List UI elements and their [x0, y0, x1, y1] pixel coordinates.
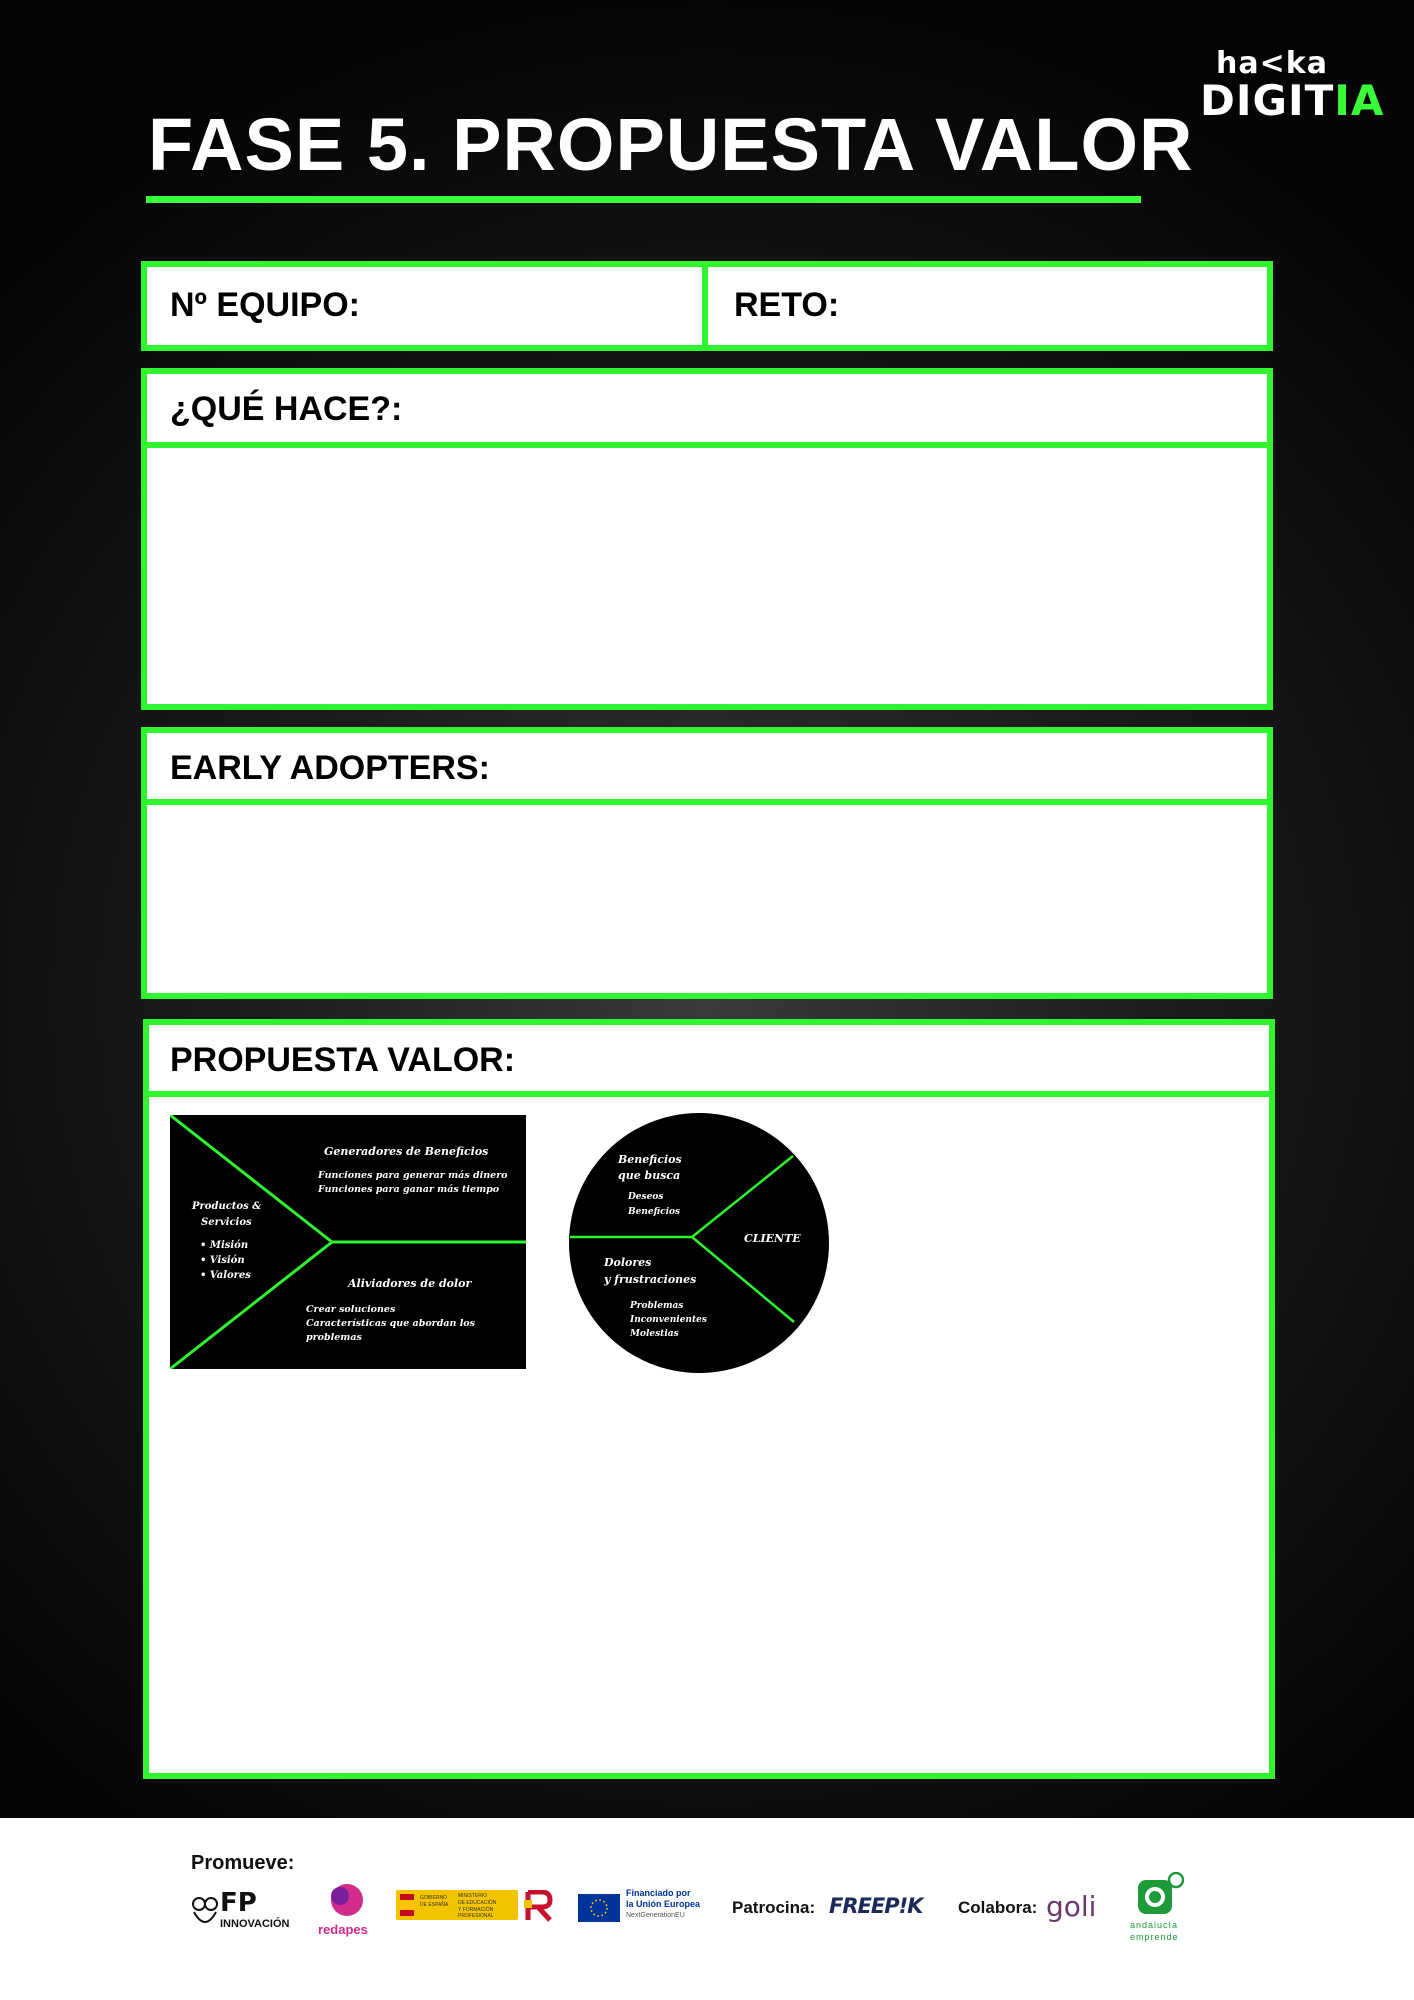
- ministry-text-2: DE EDUCACIÓN: [458, 1900, 497, 1906]
- redapes-mark-icon: [331, 1884, 363, 1916]
- what-divider: [141, 442, 1273, 448]
- early-adopters-label: EARLY ADOPTERS:: [170, 749, 490, 787]
- eu-text-1: Financiado por: [626, 1888, 691, 1898]
- customer-profile-diagram: Beneficios que busca Deseos Beneficios C…: [569, 1113, 829, 1373]
- relievers-item-2: Características que abordan los: [306, 1318, 476, 1329]
- hackadigitia-logo: ha<ka DIGITIA: [1200, 42, 1383, 132]
- gov-text-2: DE ESPAÑA: [420, 1902, 449, 1908]
- andalucia-mark-icon: [1138, 1872, 1184, 1914]
- relievers-item-1: Crear soluciones: [306, 1304, 396, 1315]
- gains-title-2: que busca: [618, 1169, 680, 1182]
- fp-text: FP: [220, 1888, 257, 1918]
- relievers-title: Aliviadores de dolor: [347, 1277, 472, 1290]
- pains-item-3: Molestias: [629, 1329, 679, 1339]
- gains-title-1: Beneficios: [617, 1153, 682, 1166]
- products-title-2: Servicios: [201, 1217, 252, 1228]
- value-map-diagram: Generadores de Beneficios Funciones para…: [170, 1115, 526, 1369]
- eu-flag-icon: [578, 1894, 620, 1922]
- sponsors-label: Patrocina:: [732, 1898, 816, 1917]
- generators-title: Generadores de Beneficios: [324, 1145, 488, 1158]
- page-title: FASE 5. PROPUESTA VALOR: [148, 103, 1194, 186]
- pains-title-1: Dolores: [603, 1256, 651, 1269]
- spain-shield-icon: [400, 1894, 414, 1916]
- generators-item-2: Funciones para ganar más tiempo: [317, 1184, 500, 1195]
- relievers-item-3: problemas: [306, 1332, 362, 1343]
- goli-logo: goli: [1046, 1890, 1097, 1923]
- fp-owl-icon: [192, 1897, 218, 1923]
- ministry-text-3: Y FORMACIÓN PROFESIONAL: [458, 1907, 494, 1919]
- freepik-logo: FREEP!K: [829, 1894, 923, 1918]
- footer: Promueve: FP INNOVACIÓN redapes GOBIERNO…: [0, 1818, 1414, 2000]
- promotes-label: Promueve:: [191, 1852, 295, 1874]
- pains-item-1: Problemas: [629, 1301, 683, 1311]
- fp-innovacion-logo: FP INNOVACIÓN: [190, 1888, 302, 1938]
- gov-text-1: GOBIERNO: [420, 1895, 447, 1901]
- ministry-text-1: MINISTERIO: [458, 1893, 488, 1899]
- andalucia-emprende-logo: andalucía emprende: [1128, 1872, 1198, 1948]
- early-adopters-divider: [141, 799, 1273, 805]
- collaborates-label: Colabora:: [958, 1898, 1038, 1917]
- gains-item-2: Beneficios: [627, 1207, 680, 1217]
- eu-funding-logo: Financiado por la Unión Europea NextGene…: [578, 1888, 708, 1928]
- team-challenge-divider: [702, 261, 708, 351]
- generators-item-1: Funciones para generar más dinero: [317, 1170, 508, 1181]
- challenge-field[interactable]: RETO:: [734, 286, 839, 325]
- pains-title-2: y frustraciones: [603, 1273, 696, 1286]
- logo-line-2: DIGITIA: [1200, 76, 1385, 125]
- products-item-1: • Misión: [200, 1240, 248, 1251]
- redapes-text: redapes: [318, 1922, 368, 1937]
- products-item-3: • Valores: [200, 1270, 251, 1281]
- redapes-logo: redapes: [316, 1882, 376, 1942]
- team-field[interactable]: Nº EQUIPO:: [170, 286, 360, 325]
- pains-item-2: Inconvenientes: [629, 1315, 707, 1325]
- products-title-1: Productos &: [191, 1201, 261, 1212]
- value-proposition-divider: [143, 1091, 1275, 1097]
- what-textarea[interactable]: [150, 450, 1264, 700]
- title-underline: [146, 196, 1141, 203]
- andalucia-text-2: emprende: [1130, 1932, 1179, 1942]
- andalucia-text-1: andalucía: [1130, 1920, 1179, 1930]
- government-logo: GOBIERNO DE ESPAÑA MINISTERIO DE EDUCACI…: [396, 1890, 518, 1920]
- what-label: ¿QUÉ HACE?:: [170, 390, 403, 428]
- eu-text-3: NextGenerationEU: [626, 1912, 685, 1919]
- gains-item-1: Deseos: [627, 1192, 663, 1202]
- eu-text-2: la Unión Europea: [626, 1899, 701, 1909]
- value-proposition-label: PROPUESTA VALOR:: [170, 1041, 516, 1079]
- recovery-plan-icon: [524, 1890, 553, 1922]
- fp-subtext: INNOVACIÓN: [220, 1918, 290, 1930]
- products-item-2: • Visión: [200, 1255, 245, 1266]
- client-label: CLIENTE: [744, 1232, 801, 1245]
- early-adopters-textarea[interactable]: [150, 807, 1264, 990]
